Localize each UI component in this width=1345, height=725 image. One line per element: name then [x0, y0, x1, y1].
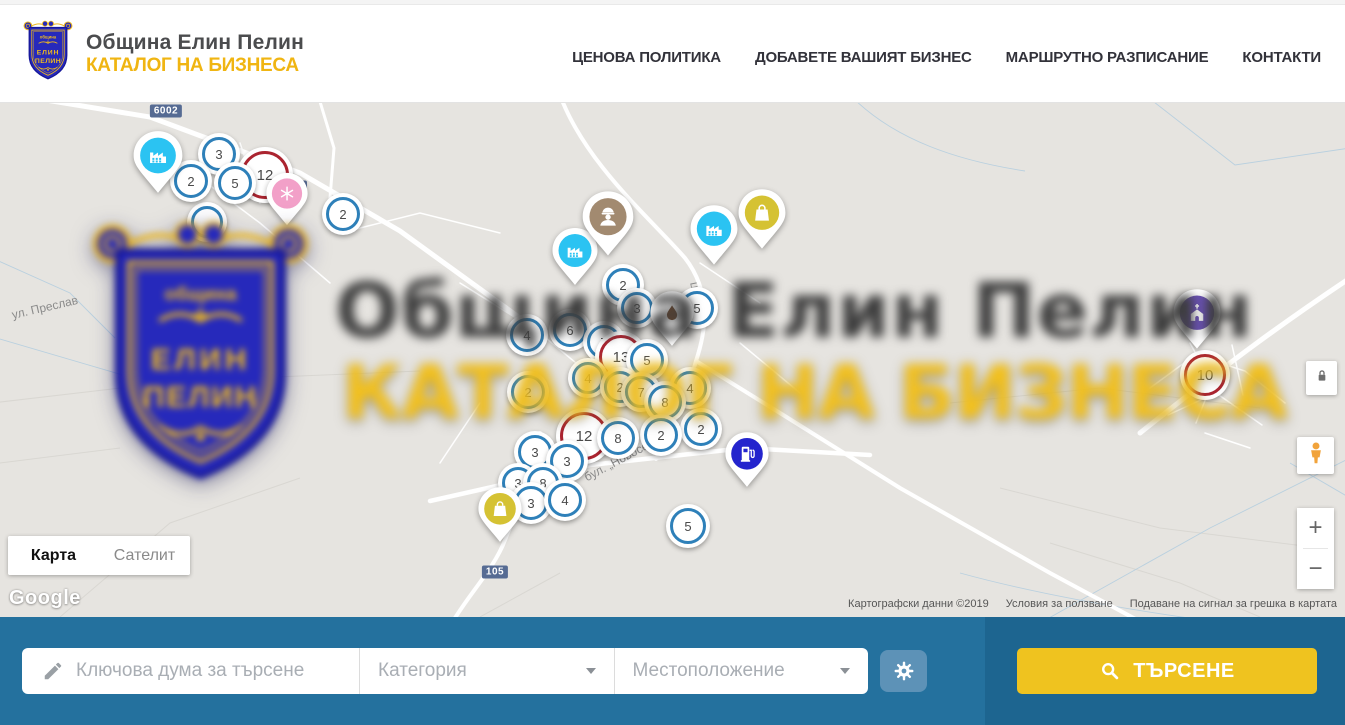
lock-icon [1312, 365, 1332, 392]
street-view-pegman-button[interactable] [1297, 437, 1334, 474]
attribution-terms-link[interactable]: Условия за ползване [1006, 598, 1113, 610]
cluster-count: 2 [326, 197, 360, 231]
location-select-label: Местоположение [633, 660, 785, 682]
nav-route-schedule[interactable]: МАРШРУТНО РАЗПИСАНИЕ [1006, 49, 1209, 66]
attribution-report-error-link[interactable]: Подаване на сигнал за грешка в картата [1130, 598, 1337, 610]
map-marker-cluster[interactable]: 8 [597, 417, 639, 459]
map-marker-pin-beauty[interactable] [265, 172, 309, 227]
gear-icon [892, 659, 916, 683]
category-select-label: Категория [378, 660, 467, 682]
cluster-count: 4 [510, 318, 544, 352]
map-marker-cluster[interactable] [187, 202, 227, 242]
map-marker-pin-fuel[interactable] [724, 431, 770, 489]
map-marker-cluster[interactable]: 2 [680, 408, 722, 450]
map-marker-pin-factory[interactable] [132, 130, 184, 195]
cluster-count: 2 [684, 412, 718, 446]
map-marker-pin-church[interactable] [1172, 288, 1222, 351]
cluster-count [191, 206, 223, 238]
advanced-settings-button[interactable] [880, 650, 927, 692]
chevron-down-icon [840, 668, 850, 674]
map-marker-cluster[interactable]: 2 [322, 193, 364, 235]
zoom-in-button[interactable]: + [1297, 508, 1334, 548]
keyword-search-input[interactable] [76, 660, 359, 682]
cluster-count: 5 [218, 166, 252, 200]
map-marker-cluster[interactable]: 5 [666, 504, 710, 548]
map-type-map-button[interactable]: Карта [8, 536, 99, 575]
map-attribution: Картографски данни ©2019 Условия за полз… [848, 598, 1337, 610]
map-marker-cluster[interactable]: 2 [507, 371, 549, 413]
search-button[interactable]: ТЪРСЕНЕ [1017, 648, 1317, 694]
search-bar: Категория Местоположение [0, 617, 1345, 725]
map-type-switcher: Карта Сателит [8, 536, 190, 575]
map-canvas[interactable]: ул. Преславбул. „Новоселци“ 6002105 3212… [0, 103, 1345, 617]
map-marker-cluster[interactable]: 4 [544, 479, 586, 521]
category-select[interactable]: Категория [360, 648, 614, 694]
page: община ЕЛИН ПЕЛИН Община Елин Пелин КАТА… [0, 0, 1345, 725]
chevron-down-icon [586, 668, 596, 674]
map-marker-cluster[interactable]: 4 [506, 314, 548, 356]
map-marker-pin-worker[interactable] [581, 190, 635, 258]
main-nav: ЦЕНОВА ПОЛИТИКА ДОБАВЕТЕ ВАШИЯТ БИЗНЕС М… [572, 49, 1321, 66]
road-number-label: 105 [482, 566, 508, 579]
map-marker-pin-drop[interactable] [649, 290, 695, 348]
google-logo[interactable]: Google [9, 587, 81, 610]
road-number-label: 6002 [150, 105, 182, 118]
zoom-controls: + − [1297, 508, 1334, 589]
svg-text:ЕЛИН: ЕЛИН [37, 49, 60, 56]
map-marker-pin-factory[interactable] [689, 204, 739, 267]
nav-pricing-policy[interactable]: ЦЕНОВА ПОЛИТИКА [572, 49, 721, 66]
site-logo[interactable]: община ЕЛИН ПЕЛИН Община Елин Пелин КАТА… [22, 19, 304, 88]
cluster-count: 4 [548, 483, 582, 517]
cluster-count: 2 [511, 375, 545, 409]
map-marker-cluster[interactable]: 5 [214, 162, 256, 204]
cluster-count: 6 [553, 313, 587, 347]
map-marker-pin-bag[interactable] [477, 486, 523, 544]
attribution-copyright: Картографски данни ©2019 [848, 598, 989, 610]
nav-contacts[interactable]: КОНТАКТИ [1242, 49, 1321, 66]
location-select[interactable]: Местоположение [615, 648, 869, 694]
logo-title: Община Елин Пелин [86, 31, 304, 55]
site-header: община ЕЛИН ПЕЛИН Община Елин Пелин КАТА… [0, 0, 1345, 103]
search-button-label: ТЪРСЕНЕ [1133, 660, 1235, 683]
map-marker-cluster[interactable]: 10 [1180, 350, 1230, 400]
municipality-crest-icon: община ЕЛИН ПЕЛИН [22, 19, 74, 88]
zoom-out-button[interactable]: − [1297, 549, 1334, 589]
nav-add-your-business[interactable]: ДОБАВЕТЕ ВАШИЯТ БИЗНЕС [755, 49, 972, 66]
cluster-count: 2 [644, 418, 678, 452]
pegman-icon [1303, 439, 1329, 472]
map-marker-cluster[interactable]: 2 [640, 414, 682, 456]
pencil-icon [42, 660, 64, 682]
cluster-count: 8 [601, 421, 635, 455]
cluster-count: 10 [1184, 354, 1226, 396]
logo-subtitle: КАТАЛОГ НА БИЗНЕСА [86, 55, 304, 77]
lock-button[interactable] [1306, 361, 1337, 395]
svg-text:община: община [40, 35, 57, 40]
cluster-count: 5 [670, 508, 706, 544]
map-type-satellite-button[interactable]: Сателит [99, 536, 190, 575]
svg-text:ПЕЛИН: ПЕЛИН [35, 58, 61, 65]
search-icon [1099, 660, 1121, 682]
search-fields-group: Категория Местоположение [22, 648, 868, 694]
map-marker-pin-bag[interactable] [737, 188, 787, 251]
